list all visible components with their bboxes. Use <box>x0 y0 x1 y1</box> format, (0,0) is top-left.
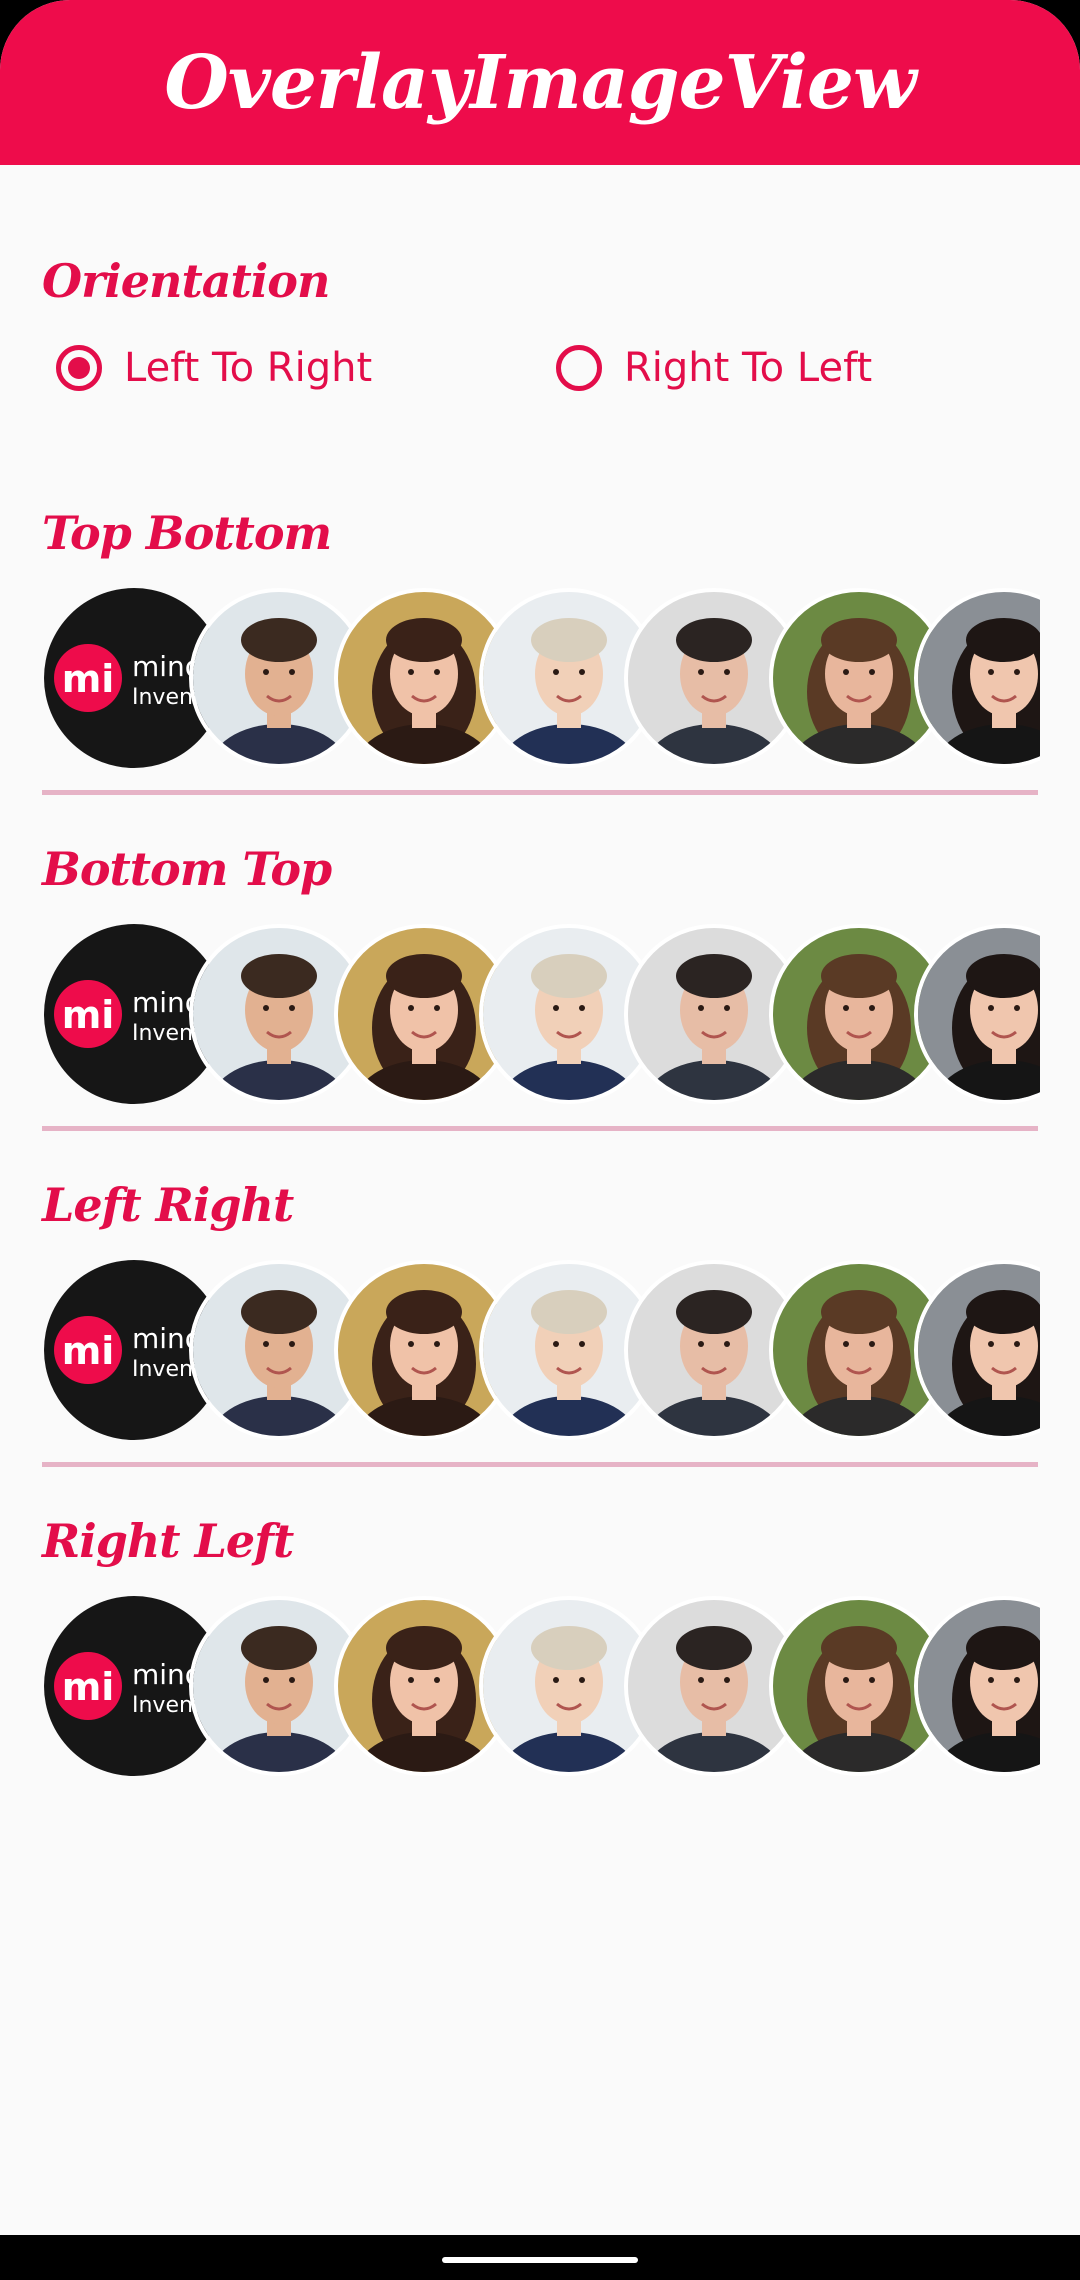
section-title-right-left: Right Left <box>42 1514 294 1568</box>
woman-dark-hair-avatar <box>914 588 1040 768</box>
orientation-title: Orientation <box>42 254 330 308</box>
app-screen: OverlayImageView Orientation Left To Rig… <box>0 0 1080 2280</box>
radio-checked-icon[interactable] <box>56 345 102 391</box>
radio-right-to-left[interactable]: Right To Left <box>556 345 872 391</box>
overlay-image-row-bottom-top: mimindInventory <box>44 924 1040 1108</box>
radio-left-to-right[interactable]: Left To Right <box>56 345 372 391</box>
section-title-top-bottom: Top Bottom <box>42 506 332 560</box>
overlay-image-row-left-right: mimindInventory <box>44 1260 1040 1444</box>
home-handle[interactable] <box>442 2257 638 2263</box>
radio-unchecked-icon[interactable] <box>556 345 602 391</box>
section-title-bottom-top: Bottom Top <box>42 842 332 896</box>
woman-dark-hair-avatar <box>914 1596 1040 1776</box>
divider <box>42 1462 1038 1467</box>
orientation-radio-group: Left To Right Right To Left <box>56 345 1056 405</box>
svg-text:mi: mi <box>62 993 115 1037</box>
divider <box>42 1126 1038 1131</box>
section-title-left-right: Left Right <box>42 1178 294 1232</box>
app-bar: OverlayImageView <box>0 0 1080 165</box>
overlay-image-row-top-bottom: mimindInventory <box>44 588 1040 772</box>
app-title: OverlayImageView <box>164 39 916 126</box>
overlay-image-row-right-left: mimindInventory <box>44 1596 1040 1780</box>
svg-text:mi: mi <box>62 657 115 701</box>
radio-label-left-to-right: Left To Right <box>124 345 373 391</box>
woman-dark-hair-avatar <box>914 1260 1040 1440</box>
divider <box>42 790 1038 795</box>
svg-text:mi: mi <box>62 1329 115 1373</box>
radio-label-right-to-left: Right To Left <box>624 345 873 391</box>
woman-dark-hair-avatar <box>914 924 1040 1104</box>
system-navigation-bar <box>0 2235 1080 2280</box>
svg-text:mi: mi <box>62 1665 115 1709</box>
